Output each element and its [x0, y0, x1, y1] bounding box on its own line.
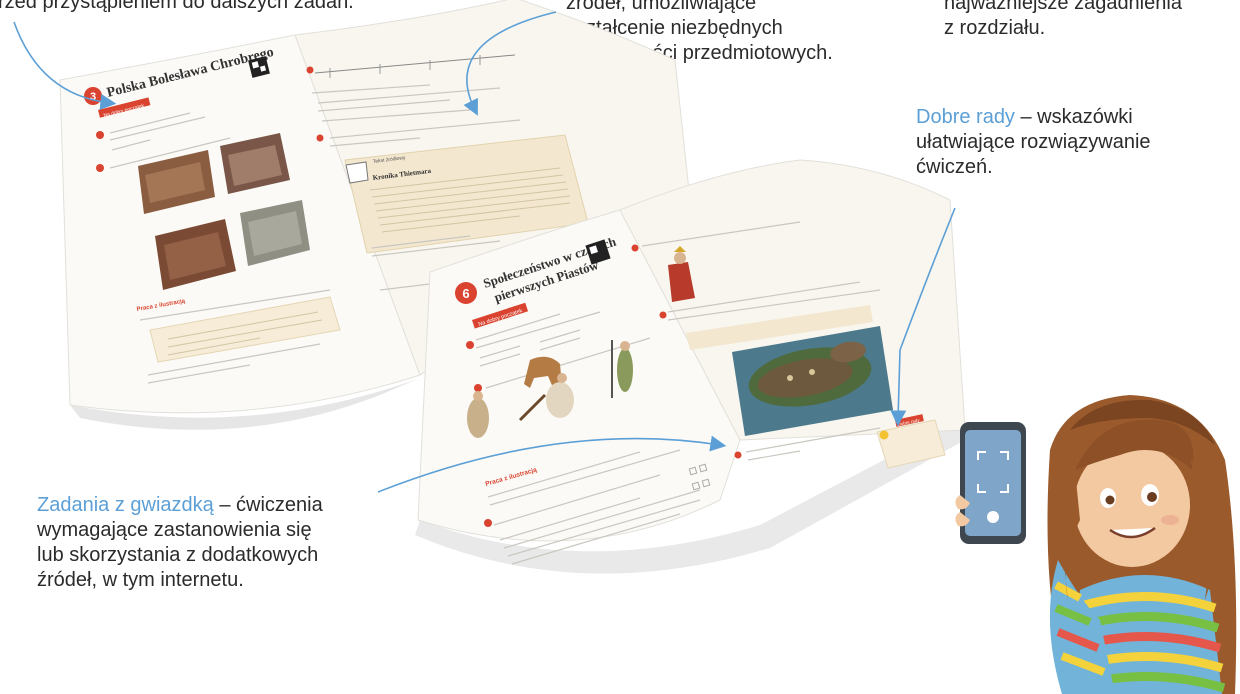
- scene-illustration: 3 Polska Bolesława Chrobrego Na dobry po…: [13, 0, 1237, 694]
- girl-character: [955, 395, 1237, 694]
- shutter-button-icon: [987, 511, 999, 523]
- chapter-number-front: 6: [462, 286, 469, 301]
- phone: [960, 422, 1026, 544]
- scroll-icon: [345, 161, 369, 184]
